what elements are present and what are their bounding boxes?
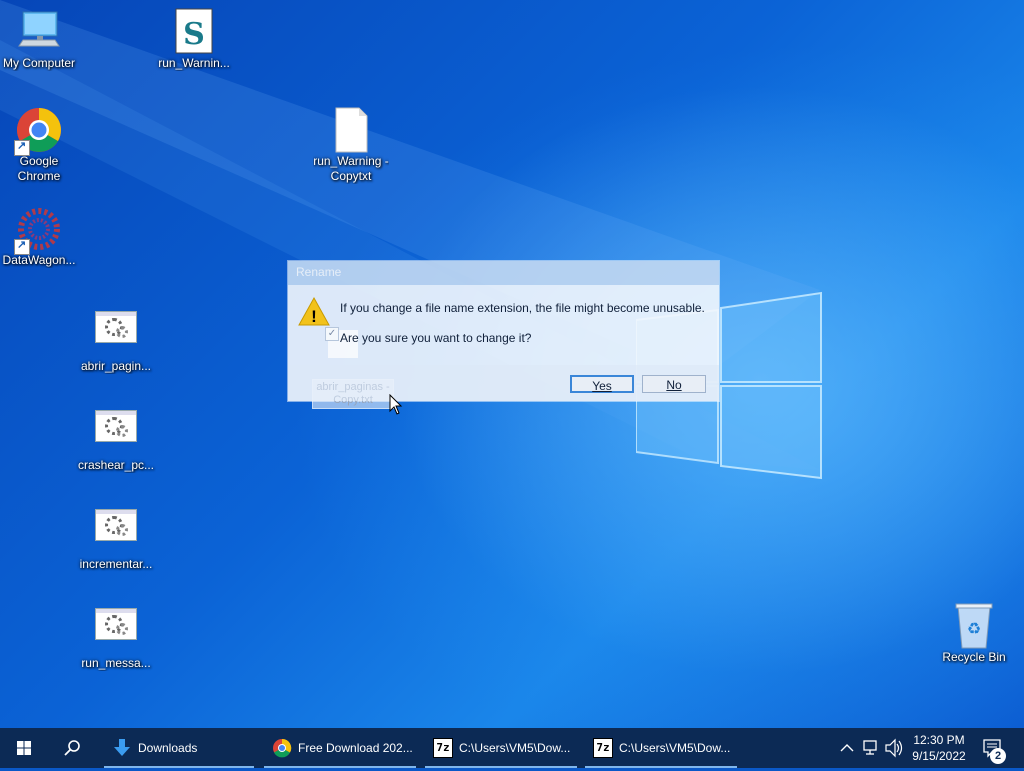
taskbar-item-label: Free Download 202...: [298, 741, 413, 755]
desktop-icon-run-warning-copy[interactable]: run_Warning - Copytxt: [311, 106, 391, 184]
desktop-icon-my-computer[interactable]: My Computer: [0, 8, 79, 71]
config-file-icon: [92, 311, 140, 359]
clock-date: 9/15/2022: [912, 749, 966, 763]
icon-label: run_messa...: [81, 656, 151, 670]
network-icon[interactable]: [861, 728, 881, 768]
7zip-icon: 7z: [593, 738, 613, 758]
taskbar-item-label: C:\Users\VM5\Dow...: [619, 741, 731, 755]
desktop-icon-run-message[interactable]: run_messa...: [76, 602, 156, 671]
yes-button[interactable]: Yes: [570, 375, 634, 393]
7zip-icon: 7z: [433, 738, 453, 758]
volume-icon[interactable]: [884, 728, 904, 768]
chrome-icon: [273, 738, 292, 758]
chrome-icon: [14, 106, 63, 156]
clock-time: 12:30 PM: [913, 733, 965, 747]
dialog-body: ! ✓ If you change a file name extension,…: [288, 285, 719, 409]
svg-text:♻: ♻: [967, 621, 981, 638]
config-file-icon: [92, 509, 140, 557]
desktop-icon-google-chrome[interactable]: Google Chrome: [0, 106, 79, 184]
icon-label: Google Chrome: [17, 154, 61, 183]
desktop-icon-incrementar[interactable]: incrementar...: [76, 503, 156, 572]
config-file-icon: [92, 410, 140, 458]
clock[interactable]: 12:30 PM 9/15/2022: [903, 732, 975, 764]
icon-label: crashear_pc...: [77, 458, 155, 472]
datawagon-icon: [14, 205, 63, 255]
desktop-icon-datawagon[interactable]: DataWagon...: [0, 205, 79, 268]
dialog-message-question: Are you sure you want to change it?: [340, 331, 532, 345]
search-button[interactable]: [48, 728, 96, 768]
taskbar-item-7zip-2[interactable]: 7z C:\Users\VM5\Dow...: [585, 728, 737, 768]
dialog-title: Rename: [288, 261, 719, 285]
mouse-cursor-icon: [389, 394, 403, 415]
start-button[interactable]: [0, 728, 48, 768]
notification-count-badge: 2: [990, 748, 1006, 764]
download-arrow-icon: [114, 739, 130, 756]
search-icon: [64, 740, 80, 756]
icon-label: Recycle Bin: [942, 650, 1006, 664]
icon-label: run_Warning - Copytxt: [313, 154, 389, 183]
taskbar: Downloads Free Download 202... 7z C:\Use…: [0, 728, 1024, 768]
desktop-icon-recycle-bin[interactable]: ♻ Recycle Bin: [934, 602, 1014, 665]
icon-label: run_Warnin...: [158, 56, 230, 70]
icon-label: abrir_pagin...: [80, 359, 152, 373]
desktop-icon-run-warning[interactable]: S run_Warnin...: [154, 8, 234, 71]
desktop-icon-abrir-paginas[interactable]: abrir_pagin...: [76, 305, 156, 374]
shortcut-arrow-icon: [14, 139, 30, 156]
svg-text:S: S: [183, 17, 205, 52]
text-file-icon: [327, 106, 375, 154]
taskbar-item-chrome[interactable]: Free Download 202...: [264, 728, 416, 768]
icon-label: incrementar...: [79, 557, 153, 571]
no-button[interactable]: No: [642, 375, 706, 393]
dialog-button-row: Yes No: [288, 365, 719, 401]
icon-label: DataWagon...: [2, 253, 76, 267]
computer-icon: [15, 8, 63, 56]
dialog-message-warning: If you change a file name extension, the…: [340, 301, 705, 315]
icon-label: My Computer: [2, 56, 76, 70]
config-file-icon: [92, 608, 140, 656]
desktop-icon-crashear-pc[interactable]: crashear_pc...: [76, 404, 156, 473]
taskbar-item-label: C:\Users\VM5\Dow...: [459, 741, 571, 755]
yes-button-label: Yes: [592, 379, 612, 393]
checkbox-icon: ✓: [325, 327, 339, 341]
taskbar-item-7zip-1[interactable]: 7z C:\Users\VM5\Dow...: [425, 728, 577, 768]
shortcut-arrow-icon: [14, 238, 30, 255]
recycle-bin-icon: ♻: [950, 602, 998, 650]
warning-icon: !: [298, 296, 330, 326]
script-file-icon: S: [170, 8, 218, 56]
rename-dialog: Rename ! ✓ If you change a file name ext…: [288, 261, 719, 409]
windows-start-icon: [17, 741, 31, 755]
desktop: My Computer S run_Warnin... Google Chrom…: [0, 0, 1024, 728]
taskbar-item-downloads[interactable]: Downloads: [104, 728, 254, 768]
no-button-label: No: [666, 378, 682, 392]
show-hidden-icons-chevron-icon[interactable]: [838, 728, 856, 768]
svg-text:!: !: [311, 307, 317, 326]
taskbar-item-label: Downloads: [138, 741, 198, 755]
